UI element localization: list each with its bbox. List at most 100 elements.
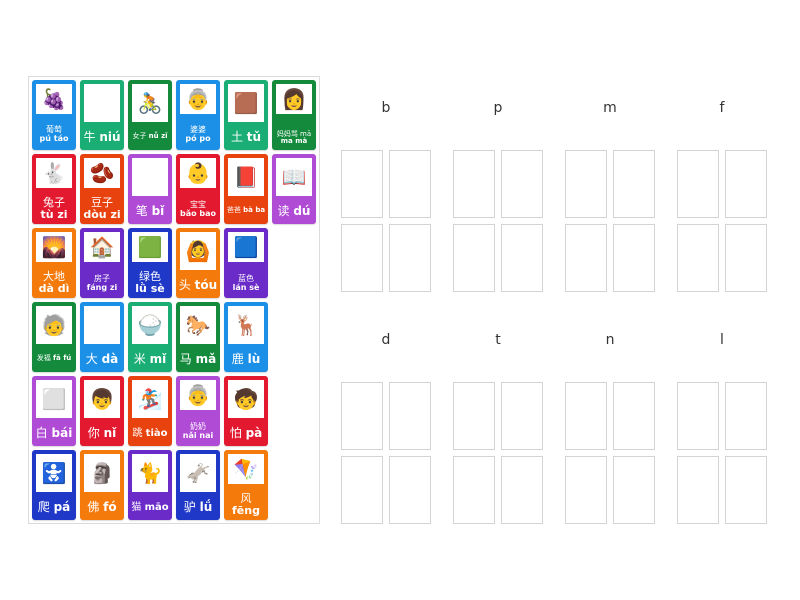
word-card-du[interactable]: 📖 读 dú xyxy=(272,154,316,224)
drop-slot[interactable] xyxy=(565,382,607,450)
drop-slot[interactable] xyxy=(453,456,495,524)
word-card-lv[interactable]: 🫏 驴 lǘ xyxy=(176,450,220,520)
word-card-nainai[interactable]: 👵 奶奶 nǎi nai xyxy=(176,376,220,446)
word-card-ni[interactable]: 👦 你 nǐ xyxy=(80,376,124,446)
word-card-lu[interactable]: 🦌 鹿 lù xyxy=(224,302,268,372)
word-card-facai[interactable]: 🧓 发福 fā fú xyxy=(32,302,76,372)
card-picture-icon: 👵 xyxy=(180,84,216,114)
drop-slot[interactable] xyxy=(341,382,383,450)
word-card-baba[interactable]: 📕 爸爸 bà ba xyxy=(224,154,268,224)
word-card-feng[interactable]: 🪁 风 fēng xyxy=(224,450,268,520)
word-card-lanse[interactable]: 🟦 蓝色 lán sè xyxy=(224,228,268,298)
word-card-tu[interactable]: 🟫 土 tǔ xyxy=(224,80,268,150)
word-card-fangzi[interactable]: 🏠 房子 fáng zi xyxy=(80,228,124,298)
card-picture-icon: 📖 xyxy=(276,158,312,196)
drop-slot[interactable] xyxy=(341,150,383,218)
card-hanzi: 米 xyxy=(133,351,150,366)
drop-slot[interactable] xyxy=(501,456,543,524)
card-label: 发福 fā fú xyxy=(32,354,76,363)
card-picture-icon: 🐮 xyxy=(84,84,120,122)
drop-slot[interactable] xyxy=(725,382,767,450)
card-pinyin: pà xyxy=(245,425,263,440)
word-card-baobao[interactable]: 👶 宝宝 bǎo bao xyxy=(176,154,220,224)
drop-slot[interactable] xyxy=(613,456,655,524)
drop-slot[interactable] xyxy=(341,224,383,292)
word-card-fo[interactable]: 🗿 佛 fó xyxy=(80,450,124,520)
card-label: 奶奶 nǎi nai xyxy=(176,423,220,441)
drop-slot[interactable] xyxy=(389,382,431,450)
word-card-mama[interactable]: 👩 妈妈骂 mā ma mà xyxy=(272,80,316,150)
word-card-douzi[interactable]: 🫘 豆子 dòu zi xyxy=(80,154,124,224)
word-card-tiao[interactable]: 🏂 跳 tiào xyxy=(128,376,172,446)
word-card-niu[interactable]: 🐮 牛 niú xyxy=(80,80,124,150)
drop-slot[interactable] xyxy=(501,150,543,218)
word-card-luse[interactable]: 🟩 绿色 lǜ sè xyxy=(128,228,172,298)
drop-slot[interactable] xyxy=(565,150,607,218)
word-card-mao[interactable]: 🐈 猫 māo xyxy=(128,450,172,520)
word-card-tuzi[interactable]: 🐇 兔子 tù zi xyxy=(32,154,76,224)
card-picture-icon: 🐎 xyxy=(180,306,216,344)
group-title: t xyxy=(495,332,501,348)
word-card-ma[interactable]: 🐎 马 mǎ xyxy=(176,302,220,372)
card-picture-icon: 🚼 xyxy=(36,454,72,492)
card-pinyin: tiào xyxy=(145,428,168,439)
card-picture-icon: 🖌 xyxy=(132,158,168,196)
card-pinyin: dà xyxy=(101,351,119,366)
drop-slot[interactable] xyxy=(677,224,719,292)
word-card-bi[interactable]: 🖌 笔 bǐ xyxy=(128,154,172,224)
card-label: 爬 pá xyxy=(32,500,76,514)
card-pinyin: tóu xyxy=(194,277,218,292)
drop-slot[interactable] xyxy=(341,456,383,524)
drop-slot[interactable] xyxy=(453,382,495,450)
word-card-putao[interactable]: 🍇 葡萄 pú táo xyxy=(32,80,76,150)
word-card-bai[interactable]: ⬜ 白 bái xyxy=(32,376,76,446)
card-label: 鹿 lù xyxy=(224,352,268,366)
drop-slot[interactable] xyxy=(613,224,655,292)
word-card-nvzi[interactable]: 🚴 女子 nǚ zǐ xyxy=(128,80,172,150)
card-hanzi: 驴 xyxy=(183,499,200,514)
group-title: l xyxy=(720,332,724,348)
word-card-popo[interactable]: 👵 婆婆 pó po xyxy=(176,80,220,150)
drop-slot[interactable] xyxy=(613,150,655,218)
card-hanzi: 笔 xyxy=(135,203,152,218)
card-label: 佛 fó xyxy=(80,500,124,514)
card-label: 风 fēng xyxy=(224,492,268,517)
card-pinyin: nǐ xyxy=(103,425,117,440)
word-card-pa2[interactable]: 🚼 爬 pá xyxy=(32,450,76,520)
word-card-dadi[interactable]: 🌄 大地 dà dì xyxy=(32,228,76,298)
word-card-tou[interactable]: 🙆 头 tóu xyxy=(176,228,220,298)
card-pinyin: nǎi nai xyxy=(182,431,214,441)
drop-slot[interactable] xyxy=(677,150,719,218)
drop-slot[interactable] xyxy=(453,224,495,292)
drop-slot[interactable] xyxy=(725,224,767,292)
card-picture-icon: 👩 xyxy=(276,84,312,114)
drop-slot[interactable] xyxy=(501,224,543,292)
card-picture-icon: 👶 xyxy=(180,158,216,188)
word-card-da[interactable]: 🌕 大 dà xyxy=(80,302,124,372)
drop-slot[interactable] xyxy=(565,224,607,292)
card-picture-icon: 🚴 xyxy=(132,84,168,122)
card-pinyin: fēng xyxy=(232,503,260,517)
drop-slot[interactable] xyxy=(677,382,719,450)
card-hanzi: 土 xyxy=(230,129,247,144)
card-label: 牛 niú xyxy=(80,130,124,144)
card-pinyin: dú xyxy=(293,203,311,218)
word-card-mi[interactable]: 🍚 米 mǐ xyxy=(128,302,172,372)
card-pinyin: bái xyxy=(51,425,73,440)
drop-slot[interactable] xyxy=(501,382,543,450)
drop-slot[interactable] xyxy=(453,150,495,218)
card-label: 怕 pà xyxy=(224,425,268,440)
card-hanzi: 怕 xyxy=(229,425,246,440)
drop-slot[interactable] xyxy=(389,456,431,524)
drop-slot[interactable] xyxy=(725,150,767,218)
card-hanzi: 头 xyxy=(178,277,195,292)
card-picture-icon: 🙆 xyxy=(180,232,216,270)
word-card-pa[interactable]: 🧒 怕 pà xyxy=(224,376,268,446)
drop-slot[interactable] xyxy=(613,382,655,450)
drop-slot[interactable] xyxy=(725,456,767,524)
drop-slot[interactable] xyxy=(677,456,719,524)
drop-slot[interactable] xyxy=(565,456,607,524)
drop-slot[interactable] xyxy=(389,150,431,218)
drop-slot[interactable] xyxy=(389,224,431,292)
card-picture-icon: 🟩 xyxy=(132,232,168,262)
